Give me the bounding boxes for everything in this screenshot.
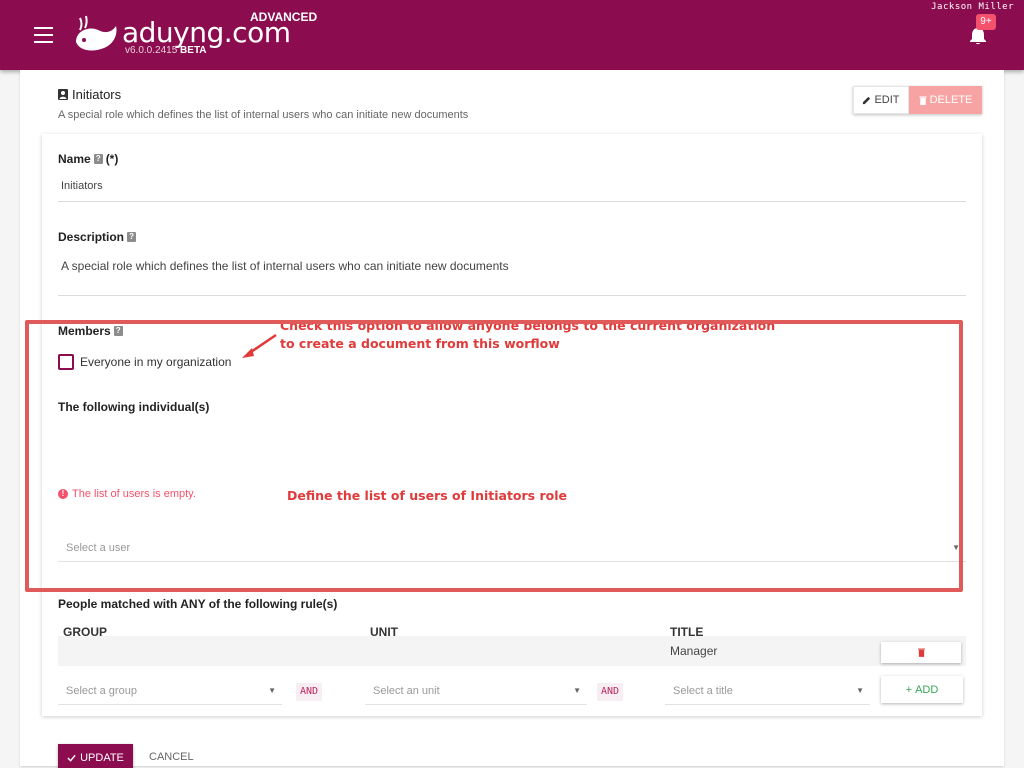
delete-button[interactable]: DELETE bbox=[909, 86, 982, 114]
update-button[interactable]: UPDATE bbox=[58, 744, 133, 768]
individuals-highlight-box bbox=[25, 320, 963, 592]
trash-icon bbox=[918, 95, 927, 105]
help-icon[interactable]: ? bbox=[127, 232, 137, 242]
edit-button-label: EDIT bbox=[874, 94, 900, 106]
and-label: AND bbox=[597, 683, 624, 701]
role-title-text: Initiators bbox=[72, 87, 122, 102]
help-icon[interactable]: ? bbox=[93, 154, 103, 164]
top-app-bar: aduyng.com ADVANCED v6.0.0.2415 BETA Jac… bbox=[0, 0, 1024, 70]
delete-rule-button[interactable] bbox=[881, 642, 961, 663]
trash-icon bbox=[917, 648, 925, 657]
version-label: v6.0.0.2415 BETA bbox=[125, 45, 207, 56]
group-select[interactable]: Select a group ▼ bbox=[58, 679, 282, 705]
unit-select[interactable]: Select an unit ▼ bbox=[365, 679, 587, 705]
whale-logo-icon bbox=[76, 15, 117, 51]
role-title: Initiators bbox=[58, 87, 121, 102]
add-rule-button-label: ADD bbox=[915, 683, 939, 696]
row-title-cell: Manager bbox=[670, 644, 718, 658]
chevron-down-icon: ▼ bbox=[856, 686, 864, 695]
pencil-icon bbox=[863, 96, 871, 104]
name-field[interactable]: Initiators bbox=[61, 180, 103, 192]
name-field-underline bbox=[58, 201, 966, 202]
description-field-underline bbox=[58, 295, 966, 296]
user-name[interactable]: Jackson Miller bbox=[931, 2, 1014, 12]
role-description: A special role which defines the list of… bbox=[58, 109, 469, 121]
chevron-down-icon: ▼ bbox=[268, 686, 276, 695]
check-icon bbox=[67, 754, 76, 762]
chevron-down-icon: ▼ bbox=[573, 686, 581, 695]
and-label: AND bbox=[296, 683, 323, 701]
update-button-label: UPDATE bbox=[80, 752, 124, 764]
description-field[interactable]: A special role which defines the list of… bbox=[61, 259, 509, 273]
role-actions: EDIT DELETE bbox=[853, 86, 982, 114]
rules-label: People matched with ANY of the following… bbox=[58, 597, 338, 611]
add-rule-button[interactable]: + ADD bbox=[881, 676, 963, 703]
edition-label: ADVANCED bbox=[250, 10, 318, 24]
name-label: Name ? (*) bbox=[58, 152, 119, 166]
delete-button-label: DELETE bbox=[929, 94, 973, 106]
description-label: Description ? bbox=[58, 230, 137, 244]
user-badge-icon bbox=[58, 89, 68, 100]
menu-icon[interactable] bbox=[34, 27, 53, 43]
plus-icon: + bbox=[905, 683, 913, 696]
edit-button[interactable]: EDIT bbox=[853, 86, 909, 114]
title-select[interactable]: Select a title ▼ bbox=[665, 679, 870, 705]
cancel-button[interactable]: CANCEL bbox=[149, 751, 194, 763]
notification-badge: 9+ bbox=[976, 14, 996, 30]
table-row: Manager bbox=[58, 636, 966, 666]
